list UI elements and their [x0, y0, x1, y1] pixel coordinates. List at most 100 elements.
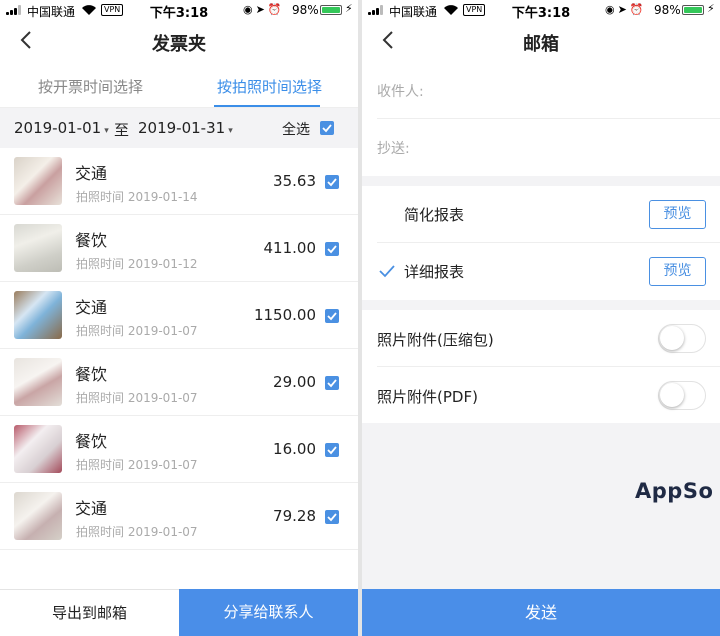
invoice-amount: 29.00 — [273, 373, 316, 391]
invoice-photo-time: 拍照时间 2019-01-07 — [76, 458, 198, 472]
invoice-checkbox[interactable] — [325, 175, 339, 189]
charging-icon: ⚡ — [345, 2, 353, 15]
invoice-category: 交通 — [75, 298, 108, 317]
invoice-thumbnail — [14, 425, 62, 473]
invoice-checkbox[interactable] — [325, 309, 339, 323]
attachment-pdf-label: 照片附件(PDF) — [377, 388, 478, 406]
attachment-pdf-row: 照片附件(PDF) — [362, 367, 720, 424]
invoice-list: 交通 拍照时间 2019-01-14 35.63 餐饮 拍照时间 2019-01-12 4… — [0, 148, 358, 550]
tab-bar: 按开票时间选择 按拍照时间选择 — [0, 62, 358, 108]
checkmark-icon — [379, 265, 395, 278]
invoice-checkbox[interactable] — [325, 510, 339, 524]
export-to-email-button[interactable]: 导出到邮箱 — [0, 589, 179, 636]
location-icon: ➤ — [255, 3, 268, 16]
recipient-field[interactable]: 收件人: — [362, 62, 720, 119]
alarm-icon: ⏰ — [267, 3, 285, 16]
invoice-photo-time: 拍照时间 2019-01-07 — [76, 525, 198, 539]
report-detailed-label: 详细报表 — [404, 263, 465, 281]
attachment-zip-row: 照片附件(压缩包) — [362, 310, 720, 367]
email-screen: 中国联通 VPN 下午3:18 ◉➤⏰ 98% ⚡ 邮箱 收件人: 抄送: 简化… — [362, 0, 720, 636]
date-to-value: 2019-01-31 — [138, 119, 226, 137]
invoice-row[interactable]: 餐饮拍照时间 2019-01-07 16.00 — [0, 416, 358, 483]
report-simple[interactable]: 简化报表 预览 — [362, 186, 720, 243]
date-to-picker[interactable]: 2019-01-31 ▾ — [138, 119, 233, 137]
invoice-category: 交通 — [75, 499, 108, 518]
toggle-knob — [660, 326, 684, 350]
send-button[interactable]: 发送 — [362, 589, 720, 636]
invoice-thumbnail — [14, 291, 62, 339]
invoice-amount: 411.00 — [263, 239, 317, 257]
preview-simple-button[interactable]: 预览 — [649, 200, 706, 229]
invoice-checkbox[interactable] — [325, 242, 339, 256]
attachment-zip-toggle[interactable] — [658, 324, 706, 353]
battery-percent: 98% — [292, 3, 319, 17]
date-range-separator: 至 — [114, 121, 130, 139]
screen: 中国联通 VPN 下午3:18 ◉➤⏰ 98% ⚡ 发票夹 按开票时间选择 按拍… — [0, 0, 720, 636]
lock-rotation-icon: ◉ — [243, 3, 256, 16]
invoice-thumbnail — [14, 492, 62, 540]
empty-area: AppSo — [362, 423, 720, 589]
invoice-row[interactable]: 餐饮拍照时间 2019-01-12 411.00 — [0, 215, 358, 282]
lock-rotation-icon: ◉ — [605, 3, 618, 16]
date-filter-bar: 2019-01-01 ▾ 至 2019-01-31 ▾ 全选 — [0, 108, 358, 148]
attachment-zip-label: 照片附件(压缩包) — [377, 331, 494, 349]
battery-fill — [684, 7, 702, 13]
invoice-row[interactable]: 交通拍照时间 2019-01-14 35.63 — [0, 148, 358, 215]
nav-bar: 发票夹 — [0, 20, 358, 62]
tab-indicator — [214, 105, 320, 107]
select-all-checkbox[interactable] — [320, 121, 334, 135]
battery-percent: 98% — [654, 3, 681, 17]
invoice-row[interactable]: 餐饮拍照时间 2019-01-07 29.00 — [0, 349, 358, 416]
chevron-down-icon: ▾ — [104, 126, 109, 136]
nav-bar: 邮箱 — [362, 20, 720, 62]
cc-label: 抄送: — [377, 141, 410, 157]
status-icons: ◉➤⏰ — [243, 3, 285, 16]
share-to-contacts-button[interactable]: 分享给联系人 — [179, 589, 358, 636]
invoice-thumbnail — [14, 157, 62, 205]
invoice-thumbnail — [14, 224, 62, 272]
invoice-category: 交通 — [75, 164, 108, 183]
invoice-amount: 79.28 — [273, 507, 316, 525]
recipient-label: 收件人: — [377, 84, 424, 100]
invoice-amount: 1150.00 — [253, 306, 316, 324]
invoice-photo-time: 拍照时间 2019-01-07 — [76, 324, 198, 338]
invoice-amount: 16.00 — [273, 440, 316, 458]
invoice-checkbox[interactable] — [325, 376, 339, 390]
invoice-amount: 35.63 — [273, 172, 316, 190]
chevron-down-icon: ▾ — [228, 126, 233, 136]
tab-photo-time[interactable]: 按拍照时间选择 — [217, 76, 322, 97]
tab-invoice-time[interactable]: 按开票时间选择 — [38, 76, 143, 97]
invoice-photo-time: 拍照时间 2019-01-07 — [76, 391, 198, 405]
invoice-row[interactable]: 交通拍照时间 2019-01-07 1150.00 — [0, 282, 358, 349]
page-title: 发票夹 — [152, 34, 206, 55]
status-bar: 中国联通 VPN 下午3:18 ◉➤⏰ 98% ⚡ — [362, 0, 720, 21]
report-detailed[interactable]: 详细报表 预览 — [362, 243, 720, 300]
appso-watermark: AppSo — [635, 479, 714, 503]
battery-fill — [322, 7, 340, 13]
select-all-label: 全选 — [282, 122, 310, 138]
invoice-category: 餐饮 — [75, 365, 108, 384]
charging-icon: ⚡ — [707, 2, 715, 15]
attachment-pdf-toggle[interactable] — [658, 381, 706, 410]
invoice-row[interactable]: 交通拍照时间 2019-01-07 79.28 — [0, 483, 358, 550]
location-icon: ➤ — [617, 3, 630, 16]
invoice-category: 餐饮 — [75, 231, 108, 250]
status-icons: ◉➤⏰ — [605, 3, 647, 16]
date-from-value: 2019-01-01 — [14, 119, 102, 137]
invoice-photo-time: 拍照时间 2019-01-14 — [76, 190, 198, 204]
alarm-icon: ⏰ — [629, 3, 647, 16]
battery-icon — [320, 5, 342, 15]
invoice-checkbox[interactable] — [325, 443, 339, 457]
invoice-folder-screen: 中国联通 VPN 下午3:18 ◉➤⏰ 98% ⚡ 发票夹 按开票时间选择 按拍… — [0, 0, 358, 636]
status-bar: 中国联通 VPN 下午3:18 ◉➤⏰ 98% ⚡ — [0, 0, 358, 21]
date-from-picker[interactable]: 2019-01-01 ▾ — [14, 119, 109, 137]
report-simple-label: 简化报表 — [404, 206, 465, 224]
cc-field[interactable]: 抄送: — [362, 119, 720, 176]
toggle-knob — [660, 383, 684, 407]
section-gap — [362, 300, 720, 310]
preview-detailed-button[interactable]: 预览 — [649, 257, 706, 286]
battery-icon — [682, 5, 704, 15]
invoice-photo-time: 拍照时间 2019-01-12 — [76, 257, 198, 271]
invoice-category: 餐饮 — [75, 432, 108, 451]
page-title: 邮箱 — [523, 34, 559, 55]
